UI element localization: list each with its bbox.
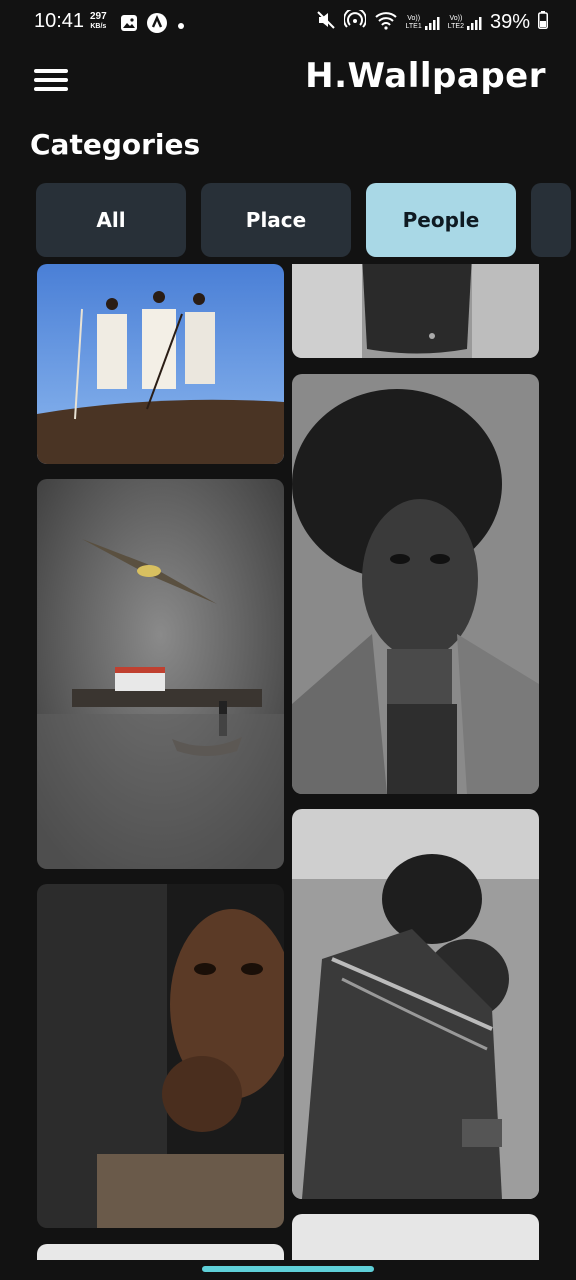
wallpaper-tile-lake-boat[interactable] bbox=[37, 479, 284, 869]
wifi-icon bbox=[374, 10, 398, 35]
status-bar: 10:41 297 KB/s Vo)) LTE1 Vo)) LTE2 39% bbox=[0, 0, 576, 46]
chip-all[interactable]: All bbox=[36, 183, 186, 257]
lte2-signal-icon: Vo)) LTE2 bbox=[448, 15, 482, 31]
app-notification-icon bbox=[146, 12, 168, 38]
wallpaper-tile-partial-left[interactable] bbox=[37, 1244, 284, 1260]
hotspot-icon bbox=[342, 7, 367, 35]
wallpaper-tile-torso[interactable] bbox=[292, 264, 539, 358]
lte1-label: LTE1 bbox=[405, 22, 422, 30]
category-chips: All Place People bbox=[36, 183, 576, 257]
wallpaper-tile-child-portrait[interactable] bbox=[37, 884, 284, 1228]
wallpaper-tile-afro-portrait[interactable] bbox=[292, 374, 539, 794]
app-bar: H.Wallpaper bbox=[0, 46, 576, 116]
lte2-label: LTE2 bbox=[447, 22, 464, 30]
network-speed-unit: KB/s bbox=[90, 23, 107, 30]
chip-people[interactable]: People bbox=[366, 183, 516, 257]
wallpaper-tile-herders[interactable] bbox=[37, 264, 284, 464]
wallpaper-grid bbox=[0, 264, 576, 1260]
wallpaper-tile-mother-child[interactable] bbox=[292, 809, 539, 1199]
volte-label-2: Vo)) bbox=[449, 14, 463, 22]
chip-next-partial[interactable] bbox=[531, 183, 571, 257]
volte-label: Vo)) bbox=[407, 14, 421, 22]
network-speed: 297 KB/s bbox=[90, 12, 107, 32]
app-title: H.Wallpaper bbox=[305, 56, 546, 96]
categories-title: Categories bbox=[30, 128, 201, 161]
gesture-nav-handle[interactable] bbox=[202, 1266, 374, 1272]
battery-percent: 39% bbox=[489, 11, 530, 33]
hamburger-menu-icon[interactable] bbox=[30, 64, 72, 96]
lte1-signal-icon: Vo)) LTE1 bbox=[406, 15, 440, 31]
gallery-notification-icon bbox=[120, 14, 138, 36]
mute-icon bbox=[316, 10, 336, 35]
wallpaper-tile-partial-right[interactable] bbox=[292, 1214, 539, 1260]
chip-place[interactable]: Place bbox=[201, 183, 351, 257]
battery-icon bbox=[538, 11, 548, 34]
more-notifications-dot-icon bbox=[176, 16, 186, 35]
status-time: 10:41 bbox=[34, 10, 85, 32]
network-speed-value: 297 bbox=[90, 11, 107, 22]
